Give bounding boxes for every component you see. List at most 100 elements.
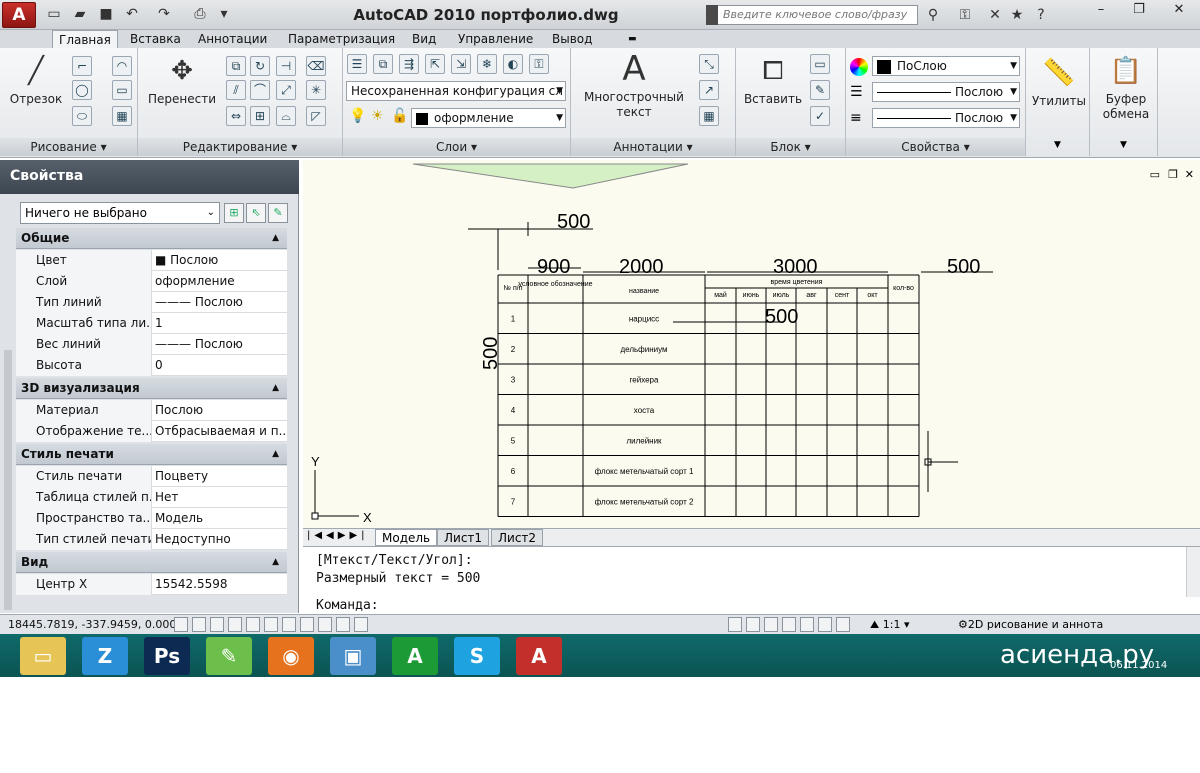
tab-layout1[interactable]: Лист1 (437, 529, 490, 546)
layer-state-combo[interactable]: Несохраненная конфигурация сл ▼ (346, 81, 566, 101)
property-row[interactable]: Тип стилей печати Недоступно (16, 529, 287, 550)
property-row[interactable]: Материал Послою (16, 400, 287, 421)
navigation-tool-icon[interactable] (764, 617, 778, 632)
lineweight-combo[interactable]: Послою ▼ (872, 108, 1020, 128)
navigation-tool-icon[interactable] (728, 617, 742, 632)
lightbulb-icon[interactable]: 💡 (349, 108, 366, 124)
exchange-icon[interactable]: ✕ (984, 5, 1006, 25)
tab-model[interactable]: Модель (375, 529, 438, 546)
property-row[interactable]: Слой оформление (16, 271, 287, 292)
property-row[interactable]: Тип линий ——— Послою (16, 292, 287, 313)
notepad-taskbar-icon[interactable]: ✎ (206, 637, 252, 675)
quick-access-dropdown-icon[interactable]: ▾ (214, 4, 234, 24)
layer-isolate-icon[interactable]: ⇲ (451, 54, 471, 74)
section-header[interactable]: Общие ▲ (16, 228, 287, 249)
viewport-minimize-icon[interactable]: ▭ (1150, 168, 1160, 181)
erase-icon[interactable]: ⌫ (306, 56, 326, 76)
rotate-icon[interactable]: ↻ (250, 56, 270, 76)
save-icon[interactable]: ■ (96, 4, 116, 24)
mirror-icon[interactable]: ⫽ (226, 80, 246, 100)
scale-icon[interactable]: ⤢ (276, 80, 296, 100)
layer-off-icon[interactable]: ◐ (503, 54, 523, 74)
hatch-icon[interactable]: ▦ (112, 106, 132, 126)
redo-icon[interactable]: ↷ (154, 4, 174, 24)
navigation-tool-icon[interactable] (746, 617, 760, 632)
tab-scroll-arrows-icon[interactable]: |◀◀▶▶| (307, 530, 369, 541)
panel-block-title[interactable]: Блок ▾ (736, 138, 845, 156)
arc-icon[interactable]: ◠ (112, 56, 132, 76)
property-row[interactable]: Вес линий ——— Послою (16, 334, 287, 355)
explode-icon[interactable]: ✳ (306, 80, 326, 100)
favorites-star-icon[interactable]: ★ (1006, 5, 1028, 25)
layer-previous-icon[interactable]: ⇱ (425, 54, 445, 74)
drawing-svg[interactable]: № п/пусловное обозначениеназваниевремя ц… (303, 160, 1200, 528)
viewport-close-icon[interactable]: ✕ (1185, 168, 1194, 181)
tab-layout2[interactable]: Лист2 (491, 529, 544, 546)
property-value[interactable]: ——— Послою (153, 292, 287, 313)
property-value[interactable]: оформление (153, 271, 287, 292)
property-value[interactable]: Послою (153, 400, 287, 421)
tab-view[interactable]: Вид (406, 30, 442, 48)
property-value[interactable]: Нет (153, 487, 287, 508)
close-button[interactable]: ✕ (1160, 1, 1198, 21)
fillet-icon[interactable]: ⌒ (250, 80, 270, 100)
linetype-icon[interactable]: ☰ (850, 84, 863, 100)
status-toggle-icon[interactable] (192, 617, 206, 632)
property-row[interactable]: Центр X 15542.5598 (16, 574, 287, 595)
line-button[interactable]: ╱ Отрезок (6, 54, 66, 107)
navigation-tool-icon[interactable] (800, 617, 814, 632)
viewport-restore-icon[interactable]: ❐ (1168, 168, 1178, 181)
drawing-canvas[interactable]: № п/п условное обозначение название время ц… (303, 160, 1200, 528)
ribbon-minimize-icon[interactable]: ▬ (622, 30, 643, 48)
color-wheel-icon[interactable] (850, 58, 868, 76)
status-toggle-icon[interactable] (300, 617, 314, 632)
copy-icon[interactable]: ⧉ (226, 56, 246, 76)
layer-properties-icon[interactable]: ☰ (347, 54, 367, 74)
property-row[interactable]: Масштаб типа ли... 1 (16, 313, 287, 334)
property-row[interactable]: Стиль печати Поцвету (16, 466, 287, 487)
insert-block-button[interactable]: ⧠ Вставить (740, 54, 806, 107)
property-value[interactable]: Модель (153, 508, 287, 529)
linetype-combo[interactable]: Послою ▼ (872, 82, 1020, 102)
lock-icon[interactable]: 🔓 (391, 108, 408, 124)
ellipse-icon[interactable]: ⬭ (72, 106, 92, 126)
status-toggle-icon[interactable] (246, 617, 260, 632)
property-value[interactable]: 0 (153, 355, 287, 376)
navigation-tool-icon[interactable] (782, 617, 796, 632)
offset-icon[interactable]: ⌓ (276, 106, 296, 126)
binoculars-icon[interactable]: ⚲ (922, 5, 944, 25)
minimize-button[interactable]: – (1082, 1, 1120, 21)
coordinates-readout[interactable]: 18445.7819, -337.9459, 0.0000 (8, 618, 183, 631)
selection-combo[interactable]: Ничего не выбрано ⌄ (20, 202, 220, 224)
status-toggle-icon[interactable] (282, 617, 296, 632)
maximize-button[interactable]: ❐ (1120, 1, 1158, 21)
workspace-switch[interactable]: ⚙2D рисование и аннота (958, 618, 1103, 631)
open-icon[interactable]: ▰ (70, 4, 90, 24)
tab-output[interactable]: Вывод (546, 30, 598, 48)
property-value[interactable]: 15542.5598 (153, 574, 287, 595)
edit-polyline-icon[interactable]: ◸ (306, 106, 326, 126)
trim-icon[interactable]: ⊣ (276, 56, 296, 76)
layer-match-icon[interactable]: ⇶ (399, 54, 419, 74)
edit-attributes-icon[interactable]: ✓ (810, 106, 830, 126)
panel-draw-title[interactable]: Рисование ▾ (0, 138, 137, 156)
property-value[interactable]: Недоступно (153, 529, 287, 550)
property-row[interactable]: Цвет ■ Послою (16, 250, 287, 271)
color-combo[interactable]: ПоСлою ▼ (872, 56, 1020, 76)
chevron-down-icon[interactable]: ▼ (1054, 140, 1061, 150)
sun-icon[interactable]: ☀ (371, 108, 384, 124)
status-toggle-icon[interactable] (174, 617, 188, 632)
collapse-icon[interactable]: ▲ (272, 444, 279, 465)
explorer-taskbar-icon[interactable]: ▭ (20, 637, 66, 675)
firefox-taskbar-icon[interactable]: ◉ (268, 637, 314, 675)
move-button[interactable]: ✥ Перенести (144, 54, 220, 107)
new-icon[interactable]: ▭ (44, 4, 64, 24)
collapse-icon[interactable]: ▲ (272, 228, 279, 249)
select-objects-icon[interactable]: ⇖ (246, 203, 266, 223)
property-value[interactable]: ——— Послою (153, 334, 287, 355)
key-icon[interactable]: ⚿ (954, 5, 976, 25)
autocad-taskbar-icon[interactable]: A (516, 637, 562, 675)
layer-freeze-icon[interactable]: ❄ (477, 54, 497, 74)
help-icon[interactable]: ? (1030, 5, 1052, 25)
array-icon[interactable]: ⊞ (250, 106, 270, 126)
